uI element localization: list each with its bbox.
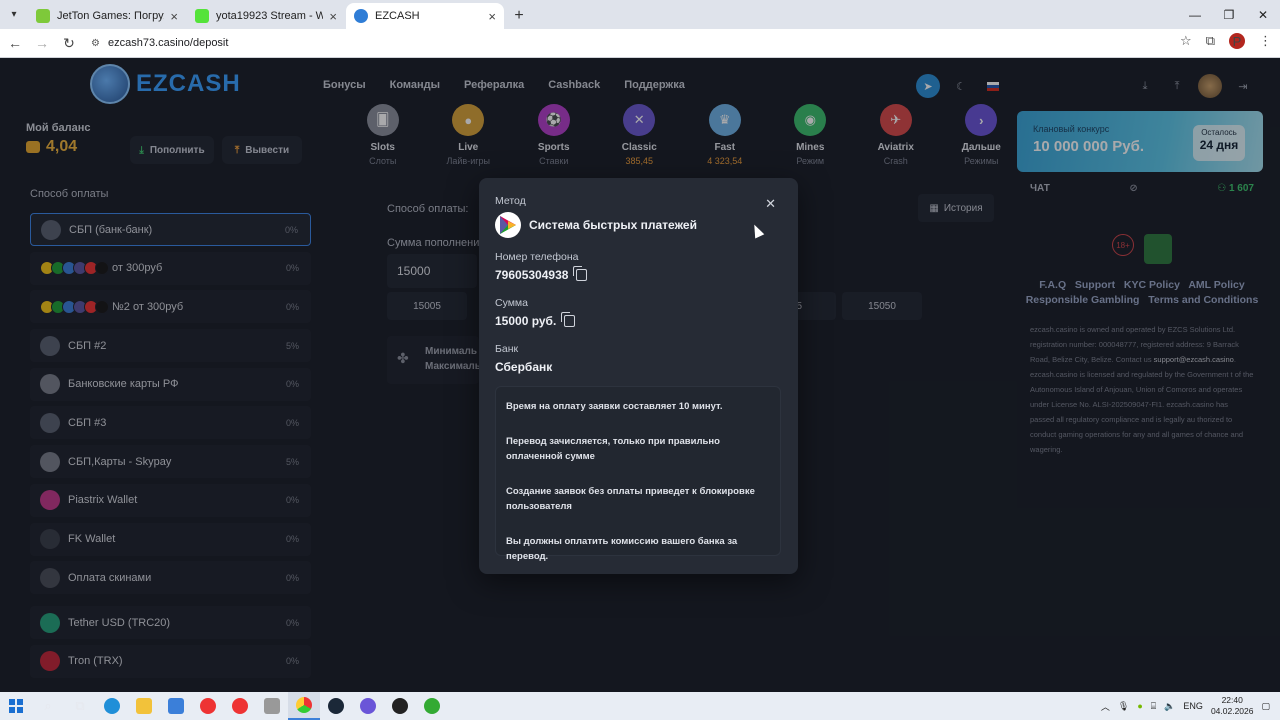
minimize-icon[interactable]: — [1178,0,1212,29]
tab-title: JetTon Games: Погружение в м [57,10,164,22]
edge-icon[interactable] [96,692,128,720]
app-icon[interactable] [256,692,288,720]
close-icon[interactable]: ✕ [765,196,776,212]
yandex-icon[interactable] [192,692,224,720]
bank-label: Банк [495,343,519,355]
payment-details-modal: ✕ Метод Система быстрых платежей Номер т… [479,178,798,574]
note-item: Время на оплату заявки составляет 10 мин… [506,401,723,412]
task-view-icon[interactable]: ⧉ [64,692,96,720]
url-field[interactable]: ⚙ ezcash73.casino/deposit [91,37,228,49]
network-icon[interactable]: ⌸ [1151,701,1156,712]
close-window-icon[interactable]: ✕ [1246,0,1280,29]
site-page: EZCASH Бонусы Команды Рефералка Cashback… [0,58,1280,692]
amount-label: Сумма [495,297,528,309]
amount-value: 15000 руб. [495,312,576,328]
tab-close-icon[interactable]: × [170,9,178,24]
language-indicator[interactable]: ENG [1183,701,1203,711]
reload-icon[interactable]: ↻ [57,31,81,55]
tab-search-icon[interactable]: ▾ [0,0,28,29]
tab-favicon [195,9,209,23]
window-controls: — ❐ ✕ [1178,0,1280,29]
store-icon[interactable] [160,692,192,720]
system-tray: ︿ 🎙 ● ⌸ 🔈 ENG 22:40 04.02.2026 ▢ [1101,692,1280,720]
method-value: Система быстрых платежей [495,212,697,238]
phone-number: 79605304938 [495,268,569,282]
tab-title: EZCASH [375,10,420,22]
note-item: Вы должны оплатить комиссию вашего банка… [506,536,738,562]
url-text: ezcash73.casino/deposit [107,37,229,49]
windows-taskbar: ⌕ ⧉ ︿ 🎙 ● ⌸ 🔈 ENG 22:40 04.02.2026 ▢ [0,692,1280,720]
restore-icon[interactable]: ❐ [1212,0,1246,29]
yandex-browser-icon[interactable] [224,692,256,720]
address-bar: ← → ↻ ⚙ ezcash73.casino/deposit ☆ ⧉ P ⋮ [0,29,1280,58]
steam-icon[interactable] [320,692,352,720]
clock-date: 04.02.2026 [1210,706,1254,716]
phone-label: Номер телефона [495,251,579,263]
amount-text: 15000 руб. [495,314,557,328]
search-icon[interactable]: ⌕ [32,692,64,720]
chrome-icon[interactable] [288,692,320,720]
browser-tab-2[interactable]: yota19923 Stream - Watch Live × [187,3,345,29]
tab-favicon [354,9,368,23]
browser-menu-icon[interactable]: ⋮ [1259,33,1272,49]
nvidia-icon[interactable]: ● [1137,701,1142,711]
site-info-icon[interactable]: ⚙ [91,38,100,49]
forward-icon[interactable]: → [30,31,54,55]
back-icon[interactable]: ← [3,31,27,55]
tab-close-icon[interactable]: × [488,9,496,24]
browser-tab-3[interactable]: EZCASH × [346,3,504,29]
browser-tabbar: ▾ JetTon Games: Погружение в м × yota199… [0,0,1280,29]
profile-avatar[interactable]: P [1229,33,1245,49]
payment-notes: Время на оплату заявки составляет 10 мин… [495,386,781,562]
tab-title: yota19923 Stream - Watch Live [216,10,324,22]
tab-favicon [36,9,50,23]
tab-close-icon[interactable]: × [329,9,337,24]
mic-icon[interactable]: 🎙 [1118,701,1129,712]
extensions-icon[interactable]: ⧉ [1206,33,1215,49]
method-name: Система быстрых платежей [529,218,697,232]
obs-icon[interactable] [352,692,384,720]
obs-studio-icon[interactable] [384,692,416,720]
copy-icon[interactable] [561,312,576,327]
new-tab-icon[interactable]: + [505,3,533,29]
copy-icon[interactable] [573,266,588,281]
volume-icon[interactable]: 🔈 [1164,701,1175,712]
file-explorer-icon[interactable] [128,692,160,720]
notifications-icon[interactable]: ▢ [1261,701,1270,712]
windows-start-icon[interactable] [0,692,32,720]
sbp-logo-icon [495,212,521,238]
tray-chevron-icon[interactable]: ︿ [1101,700,1110,713]
bookmark-star-icon[interactable]: ☆ [1180,33,1192,49]
bank-name: Сбербанк [495,360,553,374]
note-item: Перевод зачисляется, только при правильн… [506,436,720,462]
note-item: Создание заявок без оплаты приведет к бл… [506,486,755,512]
bank-value: Сбербанк [495,360,552,374]
phone-value: 79605304938 [495,266,588,282]
method-label: Метод [495,195,526,207]
app2-icon[interactable] [416,692,448,720]
clock-time: 22:40 [1221,695,1243,705]
clock[interactable]: 22:40 04.02.2026 [1211,695,1254,717]
browser-tab-1[interactable]: JetTon Games: Погружение в м × [28,3,186,29]
